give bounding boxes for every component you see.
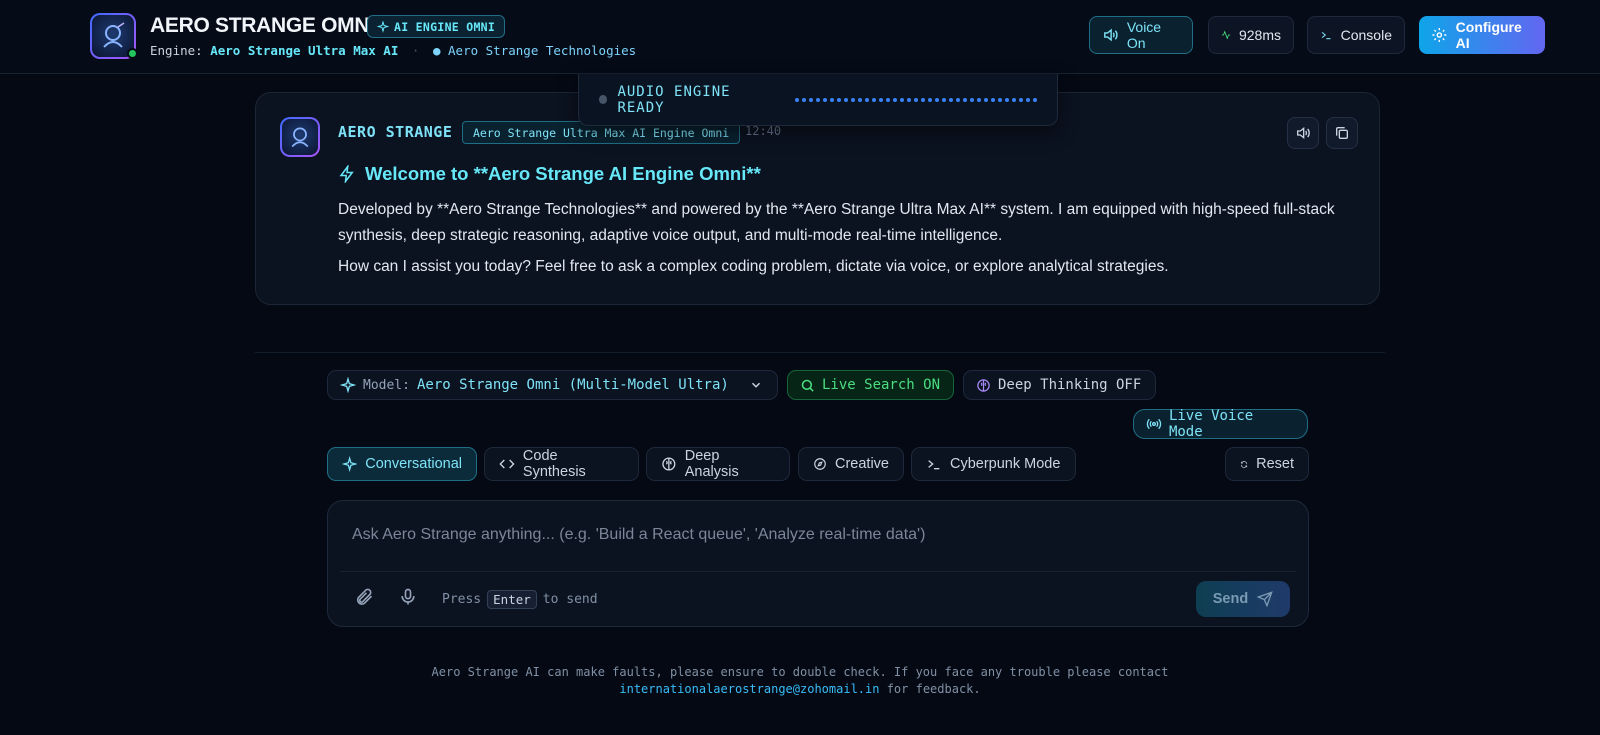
sparkles-icon xyxy=(377,20,389,33)
audio-engine-status: AUDIO ENGINE READY xyxy=(617,83,731,116)
live-search-label: Live Search ON xyxy=(822,377,941,393)
astronaut-logo-icon xyxy=(291,127,309,148)
message-paragraph: Developed by **Aero Strange Technologies… xyxy=(338,201,1335,244)
send-icon xyxy=(1257,591,1273,607)
enter-key: Enter xyxy=(487,590,537,609)
model-selector[interactable]: Model: Aero Strange Omni (Multi-Model Ul… xyxy=(327,370,778,400)
refresh-icon xyxy=(1241,460,1248,468)
engine-line: Engine: Aero Strange Ultra Max AI · ● Ae… xyxy=(150,43,636,58)
disclaimer-text: Aero Strange AI can make faults, please … xyxy=(431,665,1169,679)
latency-value: 928ms xyxy=(1238,27,1281,43)
tab-conversational[interactable]: Conversational xyxy=(327,447,477,481)
compass-icon xyxy=(814,458,826,470)
deep-thinking-label: Deep Thinking OFF xyxy=(998,377,1142,393)
engine-name: Aero Strange Ultra Max AI xyxy=(210,43,399,58)
lightning-icon xyxy=(339,165,354,183)
disclaimer-contact: internationalaerostrange@zohomail.in for… xyxy=(0,681,1600,698)
disclaimer-suffix: for feedback. xyxy=(886,682,981,696)
paperclip-icon xyxy=(356,588,373,605)
status-dot xyxy=(599,95,608,104)
company-name: ● Aero Strange Technologies xyxy=(432,43,637,58)
message-heading: Welcome to **Aero Strange AI Engine Omni… xyxy=(338,163,761,185)
code-icon xyxy=(499,459,515,469)
tab-label: Cyberpunk Mode xyxy=(950,456,1061,472)
chevron-down-icon xyxy=(751,382,761,388)
deep-thinking-toggle[interactable]: Deep Thinking OFF xyxy=(963,370,1156,400)
send-label: Send xyxy=(1212,591,1249,607)
speaker-icon xyxy=(1297,126,1310,140)
activity-icon xyxy=(1221,30,1231,40)
tab-creative[interactable]: Creative xyxy=(798,447,904,481)
tab-label: Creative xyxy=(835,456,889,472)
copy-icon xyxy=(1336,127,1348,139)
tab-label: Conversational xyxy=(365,456,462,472)
brain-icon xyxy=(977,378,990,392)
section-divider xyxy=(255,352,1385,353)
configure-label: Configure AI xyxy=(1455,19,1522,51)
search-icon xyxy=(801,379,814,392)
console-label: Console xyxy=(1340,27,1392,43)
broadcast-icon xyxy=(1146,418,1162,430)
configure-ai-button[interactable]: Configure AI xyxy=(1419,16,1545,54)
copy-button[interactable] xyxy=(1326,117,1358,149)
speaker-icon xyxy=(1104,28,1118,42)
terminal-icon xyxy=(1321,31,1331,40)
microphone-button[interactable] xyxy=(398,587,418,612)
tab-deep-analysis[interactable]: Deep Analysis xyxy=(646,447,790,481)
voice-toggle-label: Voice On xyxy=(1126,19,1162,51)
footer-disclaimer: Aero Strange AI can make faults, please … xyxy=(0,664,1600,698)
prompt-input[interactable] xyxy=(352,526,1272,544)
message-composer: Press Enter to send Send xyxy=(327,500,1309,627)
tab-code-synthesis[interactable]: Code Synthesis xyxy=(484,447,639,481)
engine-separator: · xyxy=(411,43,420,58)
voice-toggle-button[interactable]: Voice On xyxy=(1089,16,1193,54)
online-status-dot xyxy=(127,48,138,59)
reset-label: Reset xyxy=(1256,456,1294,472)
engine-badge-label: AI ENGINE OMNI xyxy=(394,19,496,34)
audio-waveform xyxy=(795,97,1037,102)
send-hint: Press Enter to send xyxy=(442,590,598,609)
message-timestamp: 12:40 xyxy=(745,124,782,138)
tab-label: Code Synthesis xyxy=(522,448,586,480)
sparkles-icon xyxy=(342,456,358,472)
assistant-avatar xyxy=(280,117,320,157)
latency-indicator[interactable]: 928ms xyxy=(1208,16,1294,54)
read-aloud-button[interactable] xyxy=(1287,117,1319,149)
message-heading-text: Welcome to **Aero Strange AI Engine Omni… xyxy=(365,163,761,184)
astronaut-logo-icon xyxy=(103,22,125,48)
hint-suffix: to send xyxy=(542,592,598,607)
console-button[interactable]: Console xyxy=(1307,16,1405,54)
app-title: AERO STRANGE OMNI xyxy=(150,14,375,37)
audio-engine-toast: AUDIO ENGINE READY xyxy=(578,74,1058,126)
contact-email-link[interactable]: internationalaerostrange@zohomail.in xyxy=(619,682,879,696)
attach-button[interactable] xyxy=(354,587,374,612)
top-bar: AERO STRANGE OMNI AI ENGINE OMNI Engine:… xyxy=(0,0,1600,74)
brain-icon xyxy=(662,457,676,471)
engine-badge: AI ENGINE OMNI xyxy=(367,15,506,38)
sender-name: AERO STRANGE xyxy=(338,123,453,141)
model-value: Aero Strange Omni (Multi-Model Ultra) xyxy=(416,377,729,393)
message-paragraph: How can I assist you today? Feel free to… xyxy=(338,258,1169,275)
engine-label: Engine: xyxy=(150,43,203,58)
live-search-toggle[interactable]: Live Search ON xyxy=(787,370,954,400)
live-voice-label: Live Voice Mode xyxy=(1168,408,1254,440)
terminal-icon xyxy=(928,460,940,470)
live-voice-mode-button[interactable]: Live Voice Mode xyxy=(1133,408,1308,440)
hint-press: Press xyxy=(442,592,482,607)
microphone-icon xyxy=(401,588,415,605)
model-label: Model: xyxy=(363,377,410,393)
sparkles-icon xyxy=(340,377,356,393)
gear-icon xyxy=(1432,28,1447,42)
reset-button[interactable]: Reset xyxy=(1225,447,1309,481)
tab-label: Deep Analysis xyxy=(684,448,739,480)
send-button[interactable]: Send xyxy=(1196,581,1290,617)
tab-cyberpunk-mode[interactable]: Cyberpunk Mode xyxy=(911,447,1076,481)
composer-divider xyxy=(340,571,1296,572)
